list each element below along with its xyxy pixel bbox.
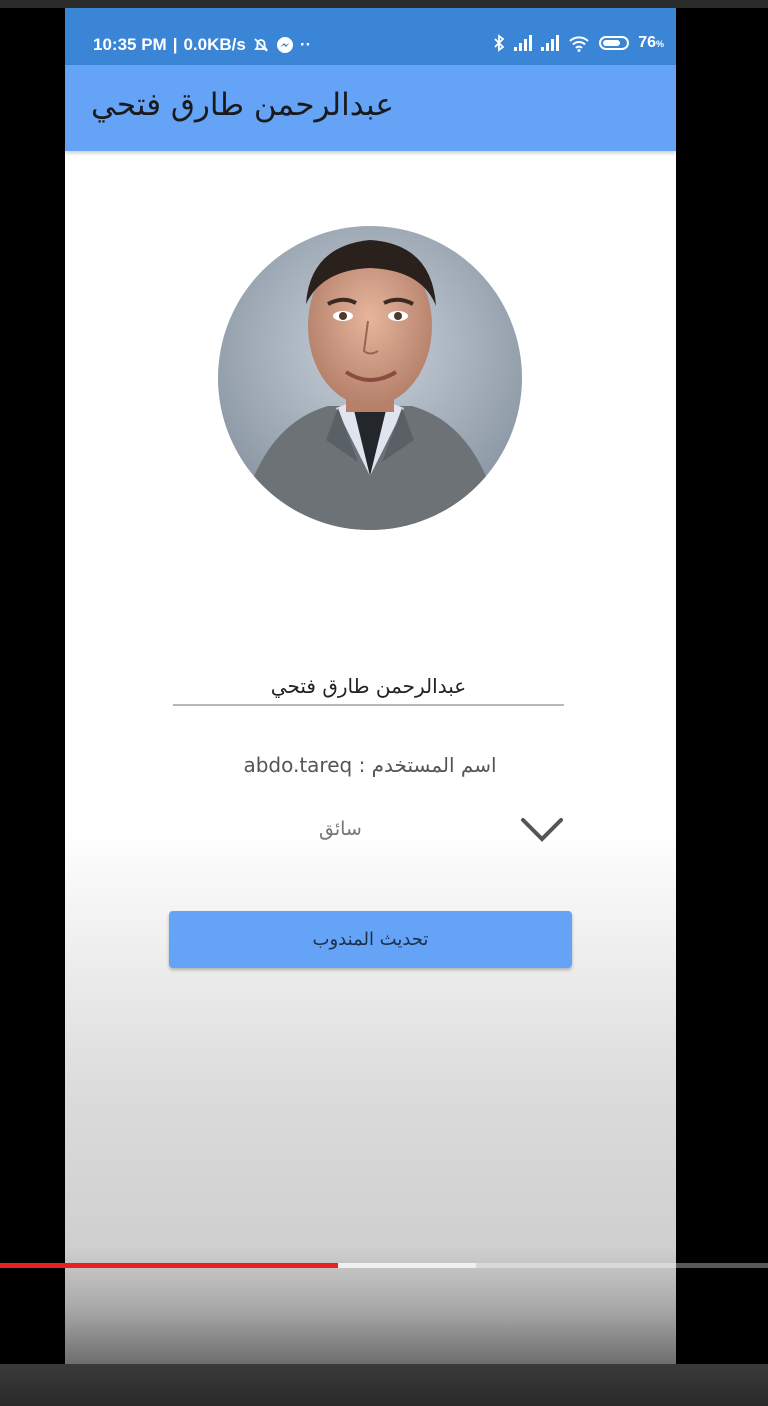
bluetooth-icon	[494, 34, 505, 52]
update-delegate-button[interactable]: تحديث المندوب	[169, 911, 572, 968]
video-played-bar[interactable]	[0, 1263, 338, 1268]
status-time: 10:35 PM	[93, 35, 167, 54]
battery-icon	[599, 36, 630, 50]
signal-icon	[514, 35, 533, 51]
signal-icon	[541, 35, 560, 51]
app-bar: عبدالرحمن طارق فتحي	[65, 65, 676, 151]
network-speed: 0.0KB/s	[183, 35, 246, 54]
wifi-icon	[569, 36, 589, 52]
messenger-icon	[276, 37, 293, 53]
battery-percent: 76%	[638, 34, 664, 51]
video-controls-bar	[0, 1364, 768, 1406]
alarm-off-icon	[254, 38, 268, 52]
page-title: عبدالرحمن طارق فتحي	[91, 87, 394, 123]
status-bar-left: 10:35 PM | 0.0KB/s ··	[93, 35, 311, 55]
username-row: اسم المستخدم : abdo.tareq	[165, 753, 575, 777]
profile-photo	[218, 226, 522, 530]
status-bar-right: 76%	[493, 34, 664, 52]
role-value: سائق	[319, 818, 362, 840]
profile-avatar[interactable]	[218, 226, 522, 530]
chevron-down-icon[interactable]	[519, 810, 565, 848]
video-progress-bar[interactable]	[0, 1263, 768, 1268]
username-value: abdo.tareq	[243, 753, 353, 777]
phone-screen: 10:35 PM | 0.0KB/s ·· 76% عبدالرحمن طارق…	[65, 8, 676, 1364]
status-separator: |	[172, 35, 178, 54]
video-top-edge	[0, 0, 768, 8]
username-label: اسم المستخدم :	[358, 753, 497, 777]
name-input[interactable]	[173, 668, 564, 706]
overflow-dots: ··	[299, 35, 312, 54]
status-bar: 10:35 PM | 0.0KB/s ·· 76%	[65, 8, 676, 65]
role-dropdown[interactable]: سائق	[173, 808, 565, 858]
